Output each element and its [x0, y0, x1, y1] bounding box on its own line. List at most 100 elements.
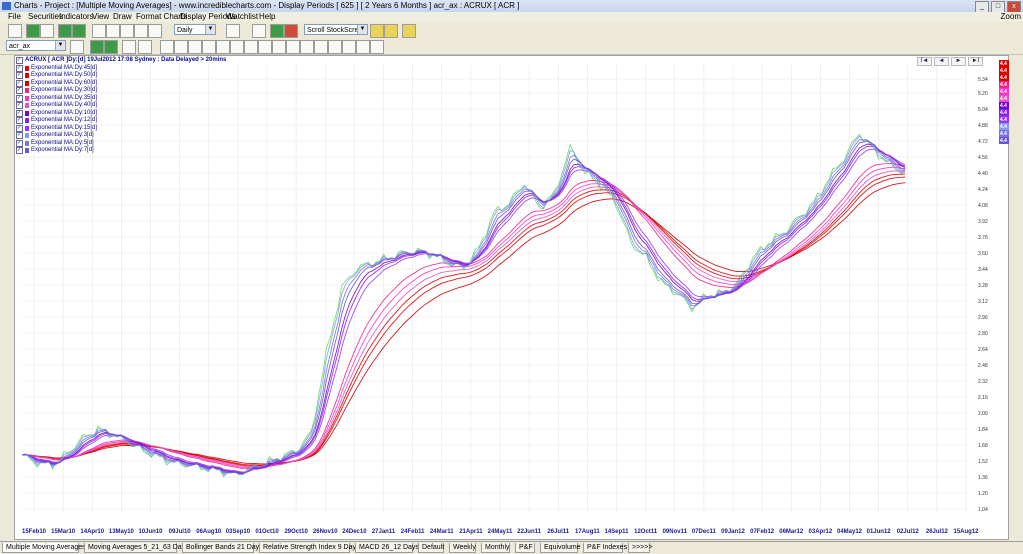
draw-fib-icon[interactable]: [230, 40, 244, 54]
draw-line-icon[interactable]: [174, 40, 188, 54]
x-tick-label: 17Aug11: [575, 529, 600, 535]
checkbox-icon[interactable]: ✓: [16, 132, 23, 140]
period-select[interactable]: Daily ▼: [174, 24, 216, 35]
draw-vline-icon[interactable]: [202, 40, 216, 54]
checkbox-icon[interactable]: ✓: [16, 117, 23, 125]
tab-macd[interactable]: MACD 26_12 Days: [355, 543, 419, 553]
draw-trend-icon[interactable]: [160, 40, 174, 54]
go-icon[interactable]: [90, 40, 104, 54]
crosshair-icon[interactable]: [58, 24, 72, 38]
menu-file[interactable]: File: [8, 12, 21, 22]
refresh-icon[interactable]: [26, 24, 40, 38]
legend-item: ✓ Exponential MA:Dy:35[d]: [16, 95, 226, 103]
security-select[interactable]: acr_ax ▼: [6, 40, 66, 51]
menu-help[interactable]: Help: [259, 12, 275, 22]
y-tick-label: 5.20: [978, 91, 988, 97]
x-tick-label: 27Jan11: [372, 529, 396, 535]
legend-label: Exponential MA:Dy:35[d]: [31, 94, 98, 101]
next-icon[interactable]: [104, 40, 118, 54]
draw-copy-icon[interactable]: [370, 40, 384, 54]
checkbox-icon[interactable]: ✓: [16, 64, 23, 72]
link-icon[interactable]: [270, 24, 284, 38]
tab-more[interactable]: >>>>>: [628, 543, 652, 553]
draw-hline-icon[interactable]: [188, 40, 202, 54]
area-chart-icon[interactable]: [134, 24, 148, 38]
checkbox-icon[interactable]: ✓: [16, 124, 23, 132]
last-page-button[interactable]: ►I: [968, 57, 983, 66]
arrow-up-icon[interactable]: [370, 24, 384, 38]
y-axis: 5.34 5.20 5.04 4.88 4.72 4.56 4.40 4.24 4.08 3.92…: [978, 77, 988, 513]
checkbox-icon[interactable]: ✓: [16, 147, 23, 155]
back-icon[interactable]: [70, 40, 84, 54]
draw-channel-icon[interactable]: [216, 40, 230, 54]
tab-equivolume[interactable]: Equivolume: [540, 543, 581, 553]
arrow-down-icon[interactable]: [384, 24, 398, 38]
legend-label: Exponential MA:Dy:15[d]: [31, 124, 98, 131]
tab-pnf-indexes[interactable]: P&F Indexes: [583, 543, 627, 553]
folder-icon[interactable]: [402, 24, 416, 38]
x-tick-label: 04May12: [837, 529, 863, 535]
y-tick-label: 3.92: [978, 219, 988, 225]
draw-arrow-icon[interactable]: [272, 40, 286, 54]
y-tick-label: 5.04: [978, 107, 988, 113]
grid-icon[interactable]: [72, 24, 86, 38]
draw-pen-icon[interactable]: [286, 40, 300, 54]
tab-moving-averages[interactable]: Moving Averages 5_21_63 Days: [84, 543, 189, 553]
menu-draw[interactable]: Draw: [113, 12, 132, 22]
draw-circle-icon[interactable]: [300, 40, 314, 54]
y-tick-label: 1.20: [978, 491, 988, 497]
line-chart-icon[interactable]: [120, 24, 134, 38]
candle-chart-icon[interactable]: [106, 24, 120, 38]
x-tick-label: 02Jul12: [897, 529, 920, 535]
binoculars-icon[interactable]: [122, 40, 136, 54]
checkbox-icon[interactable]: ✓: [16, 139, 23, 147]
checkbox-icon[interactable]: ✓: [16, 79, 23, 87]
tab-pnf[interactable]: P&F: [515, 543, 535, 553]
page-icon[interactable]: [252, 24, 266, 38]
menu-view[interactable]: View: [92, 12, 109, 22]
legend-swatch: [25, 88, 29, 94]
last-value-label: 4.4: [1000, 89, 1007, 95]
ema-line: [21, 170, 906, 468]
open-icon[interactable]: [40, 24, 54, 38]
checkbox-icon[interactable]: ✓: [16, 109, 23, 117]
volume-icon[interactable]: [148, 24, 162, 38]
tab-monthly[interactable]: Monthly: [481, 543, 510, 553]
indicator-icon[interactable]: [226, 24, 240, 38]
draw-box-icon[interactable]: [244, 40, 258, 54]
draw-erase-icon[interactable]: [356, 40, 370, 54]
y-tick-label: 2.16: [978, 395, 988, 401]
prev-page-button[interactable]: ◄: [934, 57, 949, 66]
zoom-label[interactable]: Zoom: [1001, 12, 1021, 22]
tab-rsi[interactable]: Relative Strength Index 9 Days: [259, 543, 360, 553]
list-icon[interactable]: [138, 40, 152, 54]
bar-chart-icon[interactable]: [92, 24, 106, 38]
checkbox-icon[interactable]: ✓: [16, 94, 23, 102]
left-margin: [0, 55, 14, 540]
draw-cycle-icon[interactable]: [342, 40, 356, 54]
tab-bollinger-bands[interactable]: Bollinger Bands 21 Days: [182, 543, 263, 553]
checkbox-icon[interactable]: ✓: [16, 87, 23, 95]
first-page-button[interactable]: I◄: [917, 57, 932, 66]
draw-speed-icon[interactable]: [314, 40, 328, 54]
search-icon[interactable]: [8, 24, 22, 38]
menu-indicators[interactable]: Indicators: [59, 12, 94, 22]
alert-icon[interactable]: [284, 24, 298, 38]
y-tick-label: 3.28: [978, 283, 988, 289]
checkbox-icon[interactable]: ✓: [16, 102, 23, 110]
draw-text-icon[interactable]: [258, 40, 272, 54]
last-value-label: 4.4: [1000, 131, 1007, 137]
draw-gann-icon[interactable]: [328, 40, 342, 54]
tab-default[interactable]: Default: [418, 543, 444, 553]
tab-weekly[interactable]: Weekly: [449, 543, 476, 553]
y-tick-label: 4.88: [978, 123, 988, 129]
checkbox-icon[interactable]: ✓: [16, 72, 23, 80]
next-page-button[interactable]: ►: [951, 57, 966, 66]
legend-item: ✓ Exponential MA:Dy:50[d]: [16, 72, 226, 80]
scroll-stockscreen-select[interactable]: Scroll StockScreen ▼: [304, 24, 368, 35]
checkbox-icon[interactable]: ✓: [16, 57, 23, 65]
legend-swatch: [25, 73, 29, 79]
menu-securities[interactable]: Securities: [28, 12, 63, 22]
tab-multiple-moving-averages[interactable]: Multiple Moving Averages: [2, 543, 86, 553]
menu-watchlist[interactable]: Watchlist: [226, 12, 258, 22]
